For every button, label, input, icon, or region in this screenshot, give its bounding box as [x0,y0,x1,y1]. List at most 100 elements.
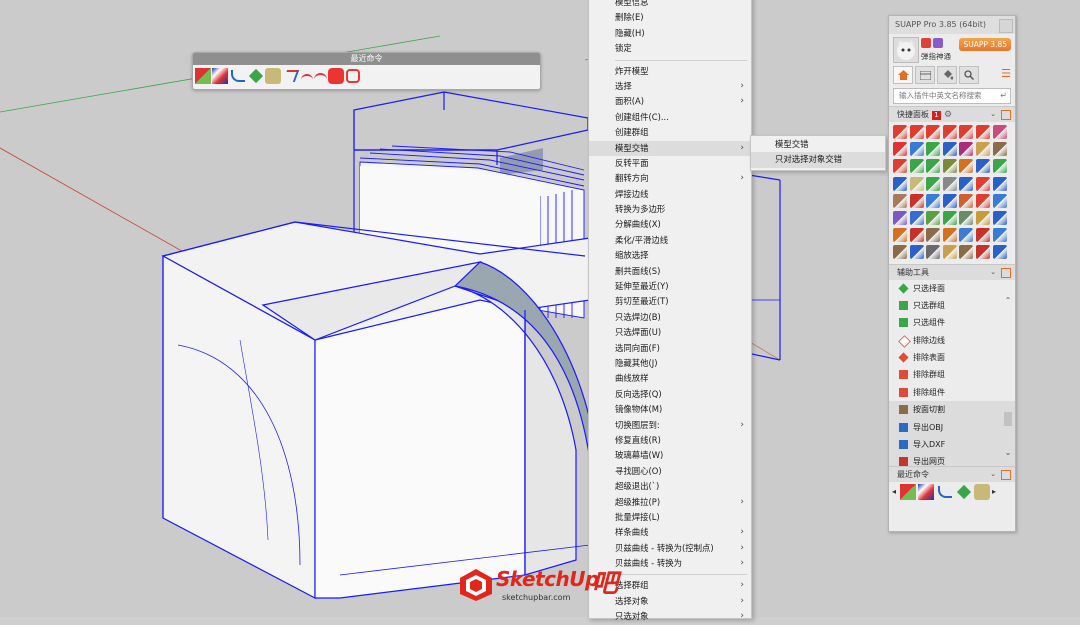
plugin-tool-icon[interactable] [942,193,957,208]
aux-tool-item[interactable]: 按面切割 [889,401,1015,419]
context-menu-item[interactable]: 模型交错 › [589,140,751,156]
submenu-item[interactable]: 只对选择对象交错 [751,152,885,168]
context-menu-item[interactable]: 修复直线(R) [589,433,751,448]
plugin-tool-icon[interactable] [893,125,907,139]
aux-tool-item[interactable]: 排除组件 [889,384,1015,401]
recent-cmds-header[interactable]: 最近命令 ⌄ [889,465,1015,482]
plugin-tool-icon[interactable] [926,142,941,157]
context-menu-item[interactable]: 创建组件(C)... [589,110,751,125]
plugin-tool-icon[interactable] [942,142,957,157]
arc-tool-icon[interactable] [301,74,313,84]
aux-tool-item[interactable]: 只选择面 [889,280,1015,297]
search-tab-icon[interactable] [959,66,979,84]
context-menu-item[interactable]: 批量焊接(L) [589,510,751,525]
plugin-tool-icon[interactable] [926,125,941,139]
plugin-tool-icon[interactable] [992,125,1007,139]
context-menu-item[interactable]: 超级推拉(P) › [589,495,751,510]
cylinder-tool-icon[interactable] [265,68,281,84]
enter-icon[interactable]: ↵ [1000,89,1007,103]
plugin-tool-icon[interactable] [926,176,941,191]
context-menu-item[interactable]: 隐藏(H) [589,26,751,41]
menu-list-icon[interactable]: ☰ [1001,67,1011,80]
plugin-tool-icon[interactable] [942,228,957,243]
context-menu-item[interactable]: 锁定 [589,41,751,56]
next-arrow-icon[interactable]: ▸ [992,487,998,496]
plugin-tool-icon[interactable] [893,176,907,191]
plugin-tool-icon[interactable] [942,176,957,191]
popout-icon[interactable] [1001,469,1011,480]
context-menu-item[interactable]: 创建群组 [589,125,751,140]
plugin-tool-icon[interactable] [926,228,941,243]
plugin-tool-icon[interactable] [959,228,974,243]
aux-tool-item[interactable]: 导出OBJ [889,418,1015,437]
plugin-tool-icon[interactable] [959,193,974,208]
home-tab-icon[interactable] [893,66,913,84]
aux-tools-header[interactable]: 辅助工具 ⌄ [889,263,1015,280]
plugin-tool-icon[interactable] [893,159,907,174]
stripe-tool-icon[interactable] [212,68,228,84]
prev-arrow-icon[interactable]: ◂ [892,487,898,496]
sphere-tool-icon[interactable] [328,68,344,84]
context-menu-item[interactable]: 曲线放样 [589,371,751,386]
aux-tool-item[interactable]: 排除表面 [889,349,1015,366]
context-menu-item[interactable]: 模型信息 [589,0,751,10]
scroll-up-icon[interactable]: ⌃ [1003,296,1013,306]
panel-tab-icon[interactable] [915,66,935,84]
plugin-tool-icon[interactable] [992,142,1007,157]
context-menu-item[interactable]: 只选焊边(B) [589,310,751,325]
plugin-tool-icon[interactable] [975,176,990,191]
plugin-tool-icon[interactable] [975,193,990,208]
plugin-tool-icon[interactable] [942,210,957,225]
chevron-down-icon[interactable]: ⌄ [990,265,996,280]
scrollbar[interactable]: ⌃ ⌄ [1003,282,1013,464]
plugin-tool-icon[interactable] [926,245,941,260]
aux-tool-item[interactable]: 只选组件 [889,314,1015,331]
plugin-tool-icon[interactable] [992,245,1007,260]
section-tool-icon[interactable] [900,483,916,500]
plugin-tool-icon[interactable] [909,245,924,260]
aux-tool-item[interactable]: 排除群组 [889,366,1015,383]
context-menu-item[interactable]: 选择 › [589,79,751,94]
gear-icon[interactable]: ⚙ [944,110,952,120]
chevron-down-icon[interactable]: ⌄ [990,467,996,482]
chevron-down-icon[interactable]: ⌄ [990,107,996,122]
context-menu-item[interactable]: 样条曲线 › [589,525,751,540]
plugin-tool-icon[interactable] [942,245,957,260]
cylinder-tool-icon[interactable] [974,483,990,500]
plugin-tool-icon[interactable] [959,210,974,225]
quick-panel-header[interactable]: 快捷面板 1 ⚙ ⌄ [889,106,1015,122]
context-menu-item[interactable]: 转换为多边形 [589,202,751,217]
plugin-tool-icon[interactable] [959,176,974,191]
plugin-tool-icon[interactable] [992,193,1007,208]
curve-tool-icon[interactable] [938,485,952,498]
plugin-tool-icon[interactable] [942,125,957,139]
plugin-tool-icon[interactable] [959,159,974,174]
paint-bucket-tab-icon[interactable] [937,66,957,84]
context-menu-item[interactable]: 延伸至最近(Y) [589,279,751,294]
context-menu-item[interactable]: 切换图层到: › [589,418,751,433]
plugin-tool-icon[interactable] [893,210,907,225]
context-menu-item[interactable]: 柔化/平滑边线 [589,233,751,248]
plugin-tool-icon[interactable] [909,193,924,208]
plugin-tool-icon[interactable] [959,125,974,139]
context-menu-item[interactable]: 反向选择(Q) [589,387,751,402]
context-menu-item[interactable]: 超级退出(`) [589,479,751,494]
close-icon[interactable] [999,19,1013,33]
plugin-tool-icon[interactable] [909,176,924,191]
context-menu-item[interactable]: 删除(E) [589,10,751,25]
context-menu-item[interactable]: 删共面线(S) [589,264,751,279]
diamond-tool-icon[interactable] [956,484,972,499]
plugin-tool-icon[interactable] [975,245,990,260]
context-menu-item[interactable]: 剪切至最近(T) [589,294,751,309]
plugin-tool-icon[interactable] [975,125,990,139]
context-menu-item[interactable]: 隐藏其他(J) [589,356,751,371]
context-menu-item[interactable]: 炸开模型 [589,64,751,79]
context-menu-item[interactable]: 翻转方向 › [589,171,751,186]
plugin-tool-icon[interactable] [926,159,941,174]
plugin-tool-icon[interactable] [992,176,1007,191]
context-menu-item[interactable]: 分解曲线(X) [589,217,751,232]
context-menu-item[interactable]: 只选焊面(U) [589,325,751,340]
context-menu-item[interactable]: 缩放选择 [589,248,751,263]
aux-tool-item[interactable]: 导入DXF [889,436,1015,454]
plugin-tool-icon[interactable] [909,210,924,225]
